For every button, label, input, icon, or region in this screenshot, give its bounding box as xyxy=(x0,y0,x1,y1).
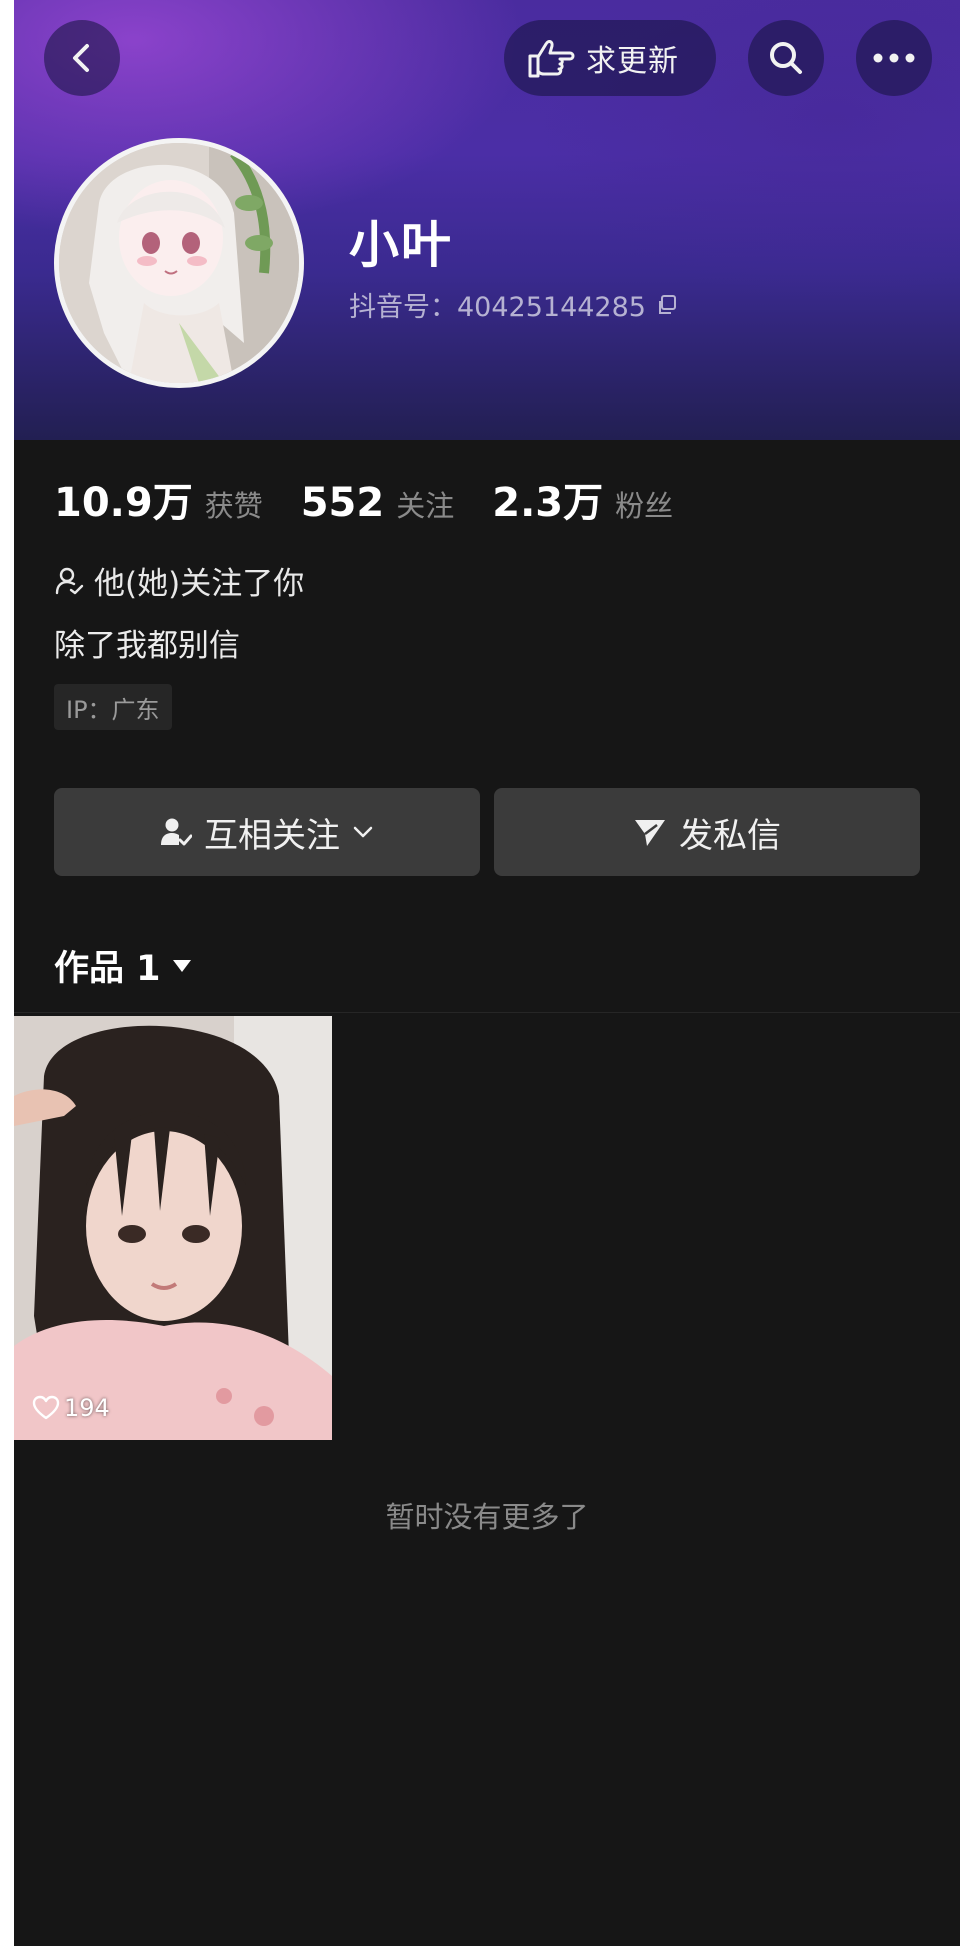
stat-label: 粉丝 xyxy=(615,489,674,523)
stat-value: 552 xyxy=(300,480,385,526)
works-tab-label: 作品 1 xyxy=(54,949,161,989)
user-check-icon xyxy=(55,567,84,594)
stats-row: 10.9万 获赞 552 关注 2.3万 粉丝 xyxy=(54,470,711,528)
stat-likes[interactable]: 10.9万 获赞 xyxy=(54,470,263,528)
follows-you-note: 他(她)关注了你 xyxy=(54,558,304,603)
follows-you-text: 他(她)关注了你 xyxy=(94,566,305,602)
back-button[interactable] xyxy=(44,20,120,96)
stat-value: 2.3万 xyxy=(492,480,604,526)
user-follow-icon xyxy=(161,818,192,846)
chevron-down-icon xyxy=(353,826,373,838)
stat-fans[interactable]: 2.3万 粉丝 xyxy=(492,470,673,528)
video-cover-image xyxy=(14,1016,332,1440)
pointing-hand-icon xyxy=(528,40,575,78)
profile-header: 求更新 小叶 抖音号：40425144285 xyxy=(14,0,960,440)
douyin-id: 抖音号：40425144285 xyxy=(349,292,646,323)
avatar-illustration xyxy=(59,143,299,383)
search-button[interactable] xyxy=(748,20,824,96)
mutual-follow-label: 互相关注 xyxy=(204,815,340,856)
douyin-id-row[interactable]: 抖音号：40425144285 xyxy=(349,285,678,324)
video-item[interactable]: 194 xyxy=(14,1016,332,1440)
stat-label: 关注 xyxy=(396,489,455,523)
bio: 除了我都别信 xyxy=(54,628,240,664)
avatar[interactable] xyxy=(54,138,304,388)
search-icon xyxy=(770,42,802,74)
profile-page: 求更新 小叶 抖音号：40425144285 10.9万 获赞 552 关注 2… xyxy=(14,0,960,1946)
more-dots-icon xyxy=(873,53,915,63)
profile-name: 小叶 xyxy=(349,216,453,274)
divider xyxy=(14,1012,960,1013)
request-update-label: 求更新 xyxy=(586,44,679,79)
stat-label: 获赞 xyxy=(204,489,263,523)
stat-value: 10.9万 xyxy=(54,480,193,526)
heart-icon xyxy=(32,1395,60,1420)
send-message-button[interactable]: 发私信 xyxy=(494,788,920,876)
request-update-button[interactable]: 求更新 xyxy=(504,20,716,96)
tab-works[interactable]: 作品 1 xyxy=(54,940,193,991)
like-count-value: 194 xyxy=(64,1394,110,1422)
send-icon xyxy=(635,820,665,846)
stat-following[interactable]: 552 关注 xyxy=(301,480,455,526)
send-message-label: 发私信 xyxy=(679,815,781,856)
more-button[interactable] xyxy=(856,20,932,96)
mutual-follow-button[interactable]: 互相关注 xyxy=(54,788,480,876)
copy-icon xyxy=(658,294,676,314)
back-arrow-icon xyxy=(73,44,89,72)
no-more-text: 暂时没有更多了 xyxy=(385,1500,589,1534)
ip-location-tag: IP：广东 xyxy=(54,684,172,730)
like-count: 194 xyxy=(32,1394,110,1422)
triangle-down-icon xyxy=(172,959,191,972)
